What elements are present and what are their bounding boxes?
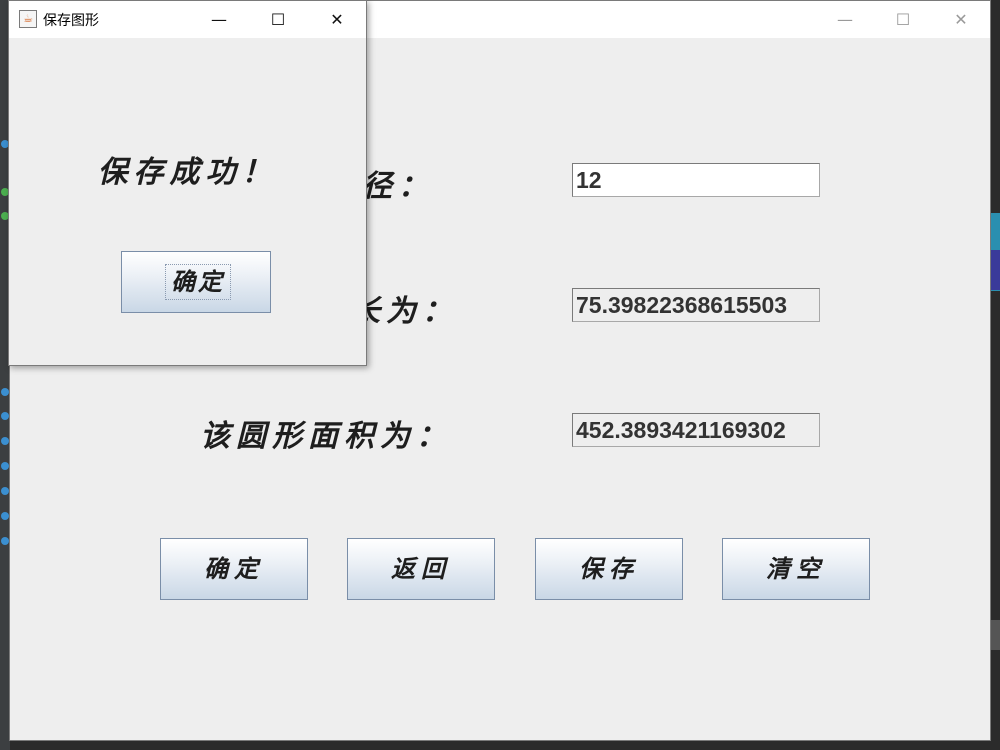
circumference-field[interactable]: 75.39822368615503 — [572, 288, 820, 322]
ide-panel-accent — [990, 250, 1000, 290]
save-button[interactable]: 保存 — [535, 538, 683, 600]
radius-input[interactable]: 12 — [572, 163, 820, 197]
clear-button[interactable]: 清空 — [722, 538, 870, 600]
maximize-icon[interactable]: ☐ — [883, 7, 923, 33]
background-ide-right — [990, 0, 1000, 750]
dialog-ok-label: 确定 — [165, 264, 231, 300]
ide-marker-icon — [1, 437, 9, 445]
minimize-icon[interactable]: — — [199, 7, 239, 33]
minimize-icon[interactable]: — — [825, 7, 865, 33]
dialog-ok-button[interactable]: 确定 — [121, 251, 271, 313]
close-icon[interactable]: ✕ — [941, 7, 981, 33]
ide-marker-icon — [1, 537, 9, 545]
dialog-message: 保存成功！ — [97, 155, 278, 190]
dialog-title: 保存图形 — [43, 13, 99, 29]
maximize-icon[interactable]: ☐ — [258, 7, 298, 33]
ide-marker-icon — [1, 388, 9, 396]
ide-marker-icon — [1, 512, 9, 520]
area-field[interactable]: 452.3893421169302 — [572, 413, 820, 447]
close-icon[interactable]: ✕ — [317, 7, 357, 33]
back-button[interactable]: 返回 — [347, 538, 495, 600]
dialog-titlebar: ☕ 保存图形 — ☐ ✕ — [9, 1, 366, 38]
save-dialog: ☕ 保存图形 — ☐ ✕ 保存成功！ 确定 — [8, 0, 367, 366]
java-app-icon: ☕ — [19, 10, 37, 28]
radius-label: 径： — [362, 169, 434, 204]
confirm-button[interactable]: 确定 — [160, 538, 308, 600]
ide-marker-icon — [1, 462, 9, 470]
ide-marker-icon — [1, 412, 9, 420]
area-label: 该圆形面积为： — [200, 419, 452, 454]
ide-panel-accent — [990, 620, 1000, 650]
ide-marker-icon — [1, 487, 9, 495]
